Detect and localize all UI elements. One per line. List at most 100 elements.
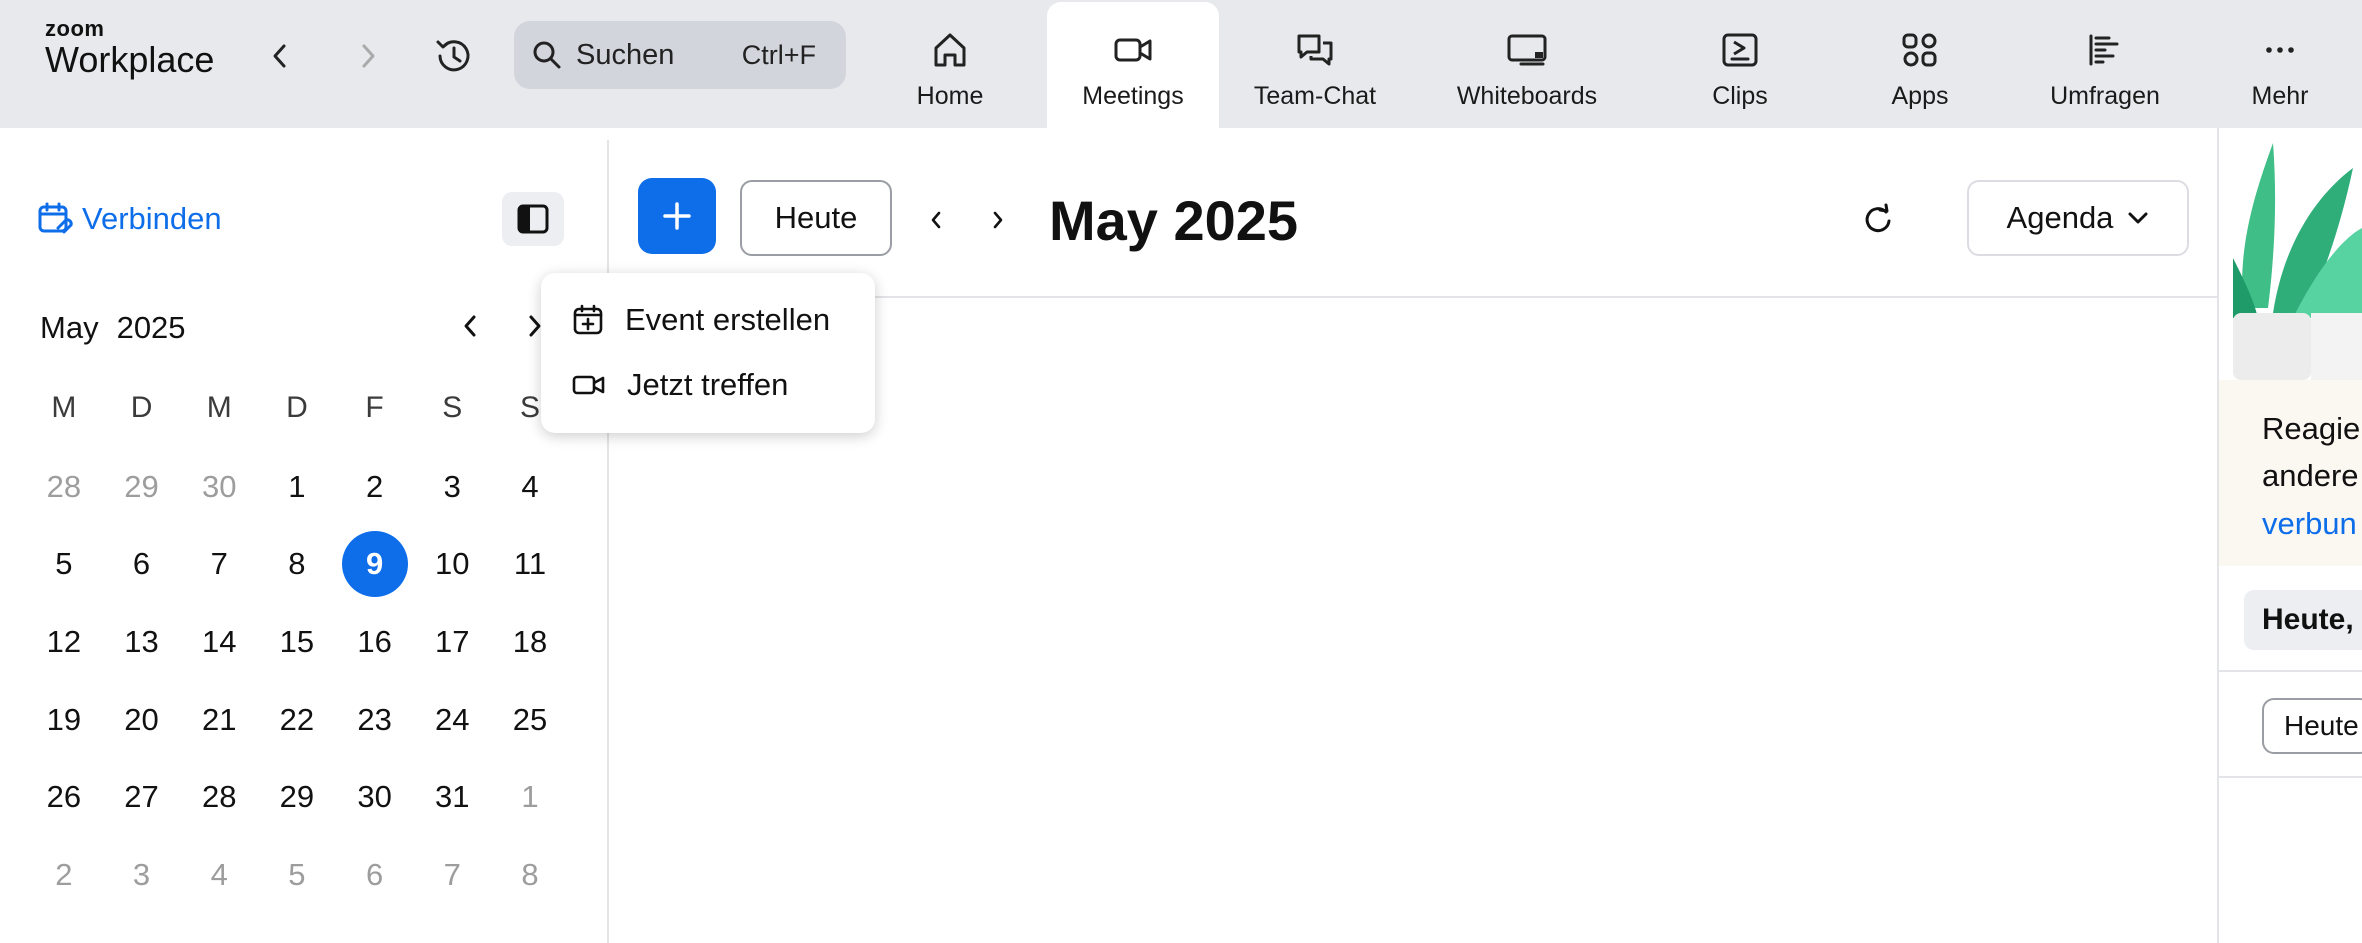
tab-team-chat[interactable]: Team-Chat bbox=[1245, 0, 1385, 128]
mini-calendar-day[interactable]: 13 bbox=[103, 603, 181, 681]
mini-calendar-day[interactable]: 28 bbox=[25, 448, 103, 526]
mini-calendar-week: 2 3 4 5 6 7 8 bbox=[25, 836, 567, 914]
mini-calendar-day[interactable]: 25 bbox=[491, 681, 569, 759]
day-number: 3 bbox=[443, 468, 461, 504]
mini-calendar-day[interactable]: 1 bbox=[491, 758, 569, 836]
mini-calendar-day[interactable]: 8 bbox=[258, 526, 336, 604]
forward-arrow-icon[interactable] bbox=[352, 40, 384, 72]
mini-calendar-year: 2025 bbox=[116, 310, 186, 345]
mini-calendar-day[interactable]: 8 bbox=[491, 836, 569, 914]
mini-calendar-day[interactable]: 6 bbox=[103, 526, 181, 604]
mini-calendar-day[interactable]: 23 bbox=[336, 681, 414, 759]
prev-month-button[interactable] bbox=[918, 200, 954, 240]
chat-bubbles-icon bbox=[1297, 34, 1333, 66]
mini-calendar-day[interactable]: 28 bbox=[180, 758, 258, 836]
promo-text-line-2: andere bbox=[2262, 458, 2359, 493]
mini-calendar-month: May bbox=[40, 310, 99, 345]
survey-icon bbox=[2089, 34, 2119, 66]
day-number: 6 bbox=[132, 546, 151, 582]
mini-calendar-day-today[interactable]: 9 bbox=[336, 526, 414, 604]
day-number: 6 bbox=[365, 856, 384, 892]
mini-calendar-day[interactable]: 14 bbox=[180, 603, 258, 681]
day-number: 29 bbox=[124, 468, 159, 504]
mini-calendar-day[interactable]: 7 bbox=[180, 526, 258, 604]
day-number: 24 bbox=[435, 701, 470, 737]
mini-calendar-day[interactable]: 19 bbox=[25, 681, 103, 759]
video-camera-icon bbox=[572, 375, 605, 395]
day-number: 20 bbox=[124, 701, 159, 737]
mini-calendar-day[interactable]: 10 bbox=[413, 526, 491, 604]
mini-calendar-day[interactable]: 20 bbox=[103, 681, 181, 759]
next-month-button[interactable] bbox=[980, 200, 1016, 240]
search-label: Suchen bbox=[576, 38, 675, 71]
mini-calendar-day[interactable]: 18 bbox=[491, 603, 569, 681]
tab-umfragen[interactable]: Umfragen bbox=[2030, 0, 2180, 128]
mini-calendar-day[interactable]: 31 bbox=[413, 758, 491, 836]
search-bar[interactable]: Suchen Ctrl+F bbox=[514, 21, 846, 89]
sidebar-panel-icon bbox=[517, 204, 549, 234]
mini-calendar-day[interactable]: 7 bbox=[413, 836, 491, 914]
back-arrow-icon[interactable] bbox=[264, 40, 296, 72]
day-number: 5 bbox=[55, 546, 73, 582]
mini-calendar-day[interactable]: 16 bbox=[336, 603, 414, 681]
mini-calendar-day[interactable]: 2 bbox=[25, 836, 103, 914]
promo-illustration bbox=[2233, 138, 2362, 380]
mini-calendar-day[interactable]: 1 bbox=[258, 448, 336, 526]
tab-apps[interactable]: Apps bbox=[1860, 0, 1980, 128]
mini-calendar-day[interactable]: 24 bbox=[413, 681, 491, 759]
menu-item-meet-now[interactable]: Jetzt treffen bbox=[571, 362, 788, 408]
day-number: 18 bbox=[512, 623, 548, 659]
mini-calendar-day[interactable]: 21 bbox=[180, 681, 258, 759]
mini-calendar-day[interactable]: 11 bbox=[491, 526, 569, 604]
tab-mehr[interactable]: Mehr bbox=[2230, 0, 2330, 128]
mini-calendar-day[interactable]: 12 bbox=[25, 603, 103, 681]
logo-zoom-text: zoom bbox=[45, 16, 105, 41]
view-select-dropdown[interactable]: Agenda bbox=[1967, 180, 2189, 256]
tab-whiteboards[interactable]: Whiteboards bbox=[1440, 0, 1614, 128]
today-button[interactable]: Heute bbox=[740, 180, 892, 256]
plus-icon bbox=[663, 202, 691, 230]
mini-calendar-day[interactable]: 5 bbox=[258, 836, 336, 914]
mini-calendar-day[interactable]: 17 bbox=[413, 603, 491, 681]
mini-calendar-title: May 2025 bbox=[40, 310, 204, 346]
history-icon[interactable] bbox=[432, 34, 476, 78]
mini-calendar-day[interactable]: 3 bbox=[413, 448, 491, 526]
mini-calendar-day[interactable]: 29 bbox=[258, 758, 336, 836]
view-select-label: Agenda bbox=[2006, 200, 2114, 235]
mini-calendar-day[interactable]: 29 bbox=[103, 448, 181, 526]
mini-calendar-day[interactable]: 2 bbox=[336, 448, 414, 526]
mini-calendar-day[interactable]: 4 bbox=[180, 836, 258, 914]
connect-calendar-link[interactable]: Verbinden bbox=[36, 200, 222, 238]
mini-calendar-day[interactable]: 30 bbox=[336, 758, 414, 836]
mini-calendar-day[interactable]: 4 bbox=[491, 448, 569, 526]
promo-text-line-1: Reagie bbox=[2262, 411, 2361, 446]
today-chip-button[interactable]: Heute bbox=[2262, 698, 2362, 754]
day-number: 28 bbox=[201, 779, 237, 815]
mini-calendar-day[interactable]: 5 bbox=[25, 526, 103, 604]
mini-calendar-prev-button[interactable] bbox=[452, 306, 488, 346]
tab-whiteboards-label: Whiteboards bbox=[1456, 82, 1598, 110]
logo-workplace-text: Workplace bbox=[45, 39, 215, 80]
tab-home[interactable]: Home bbox=[895, 0, 1005, 128]
mini-calendar-day[interactable]: 15 bbox=[258, 603, 336, 681]
tab-clips[interactable]: Clips bbox=[1680, 0, 1800, 128]
mini-calendar-day[interactable]: 30 bbox=[180, 448, 258, 526]
tab-clips-label: Clips bbox=[1712, 82, 1768, 110]
day-number: 10 bbox=[435, 546, 470, 582]
sidebar-toggle-button[interactable] bbox=[502, 192, 564, 246]
mini-calendar-day[interactable]: 6 bbox=[336, 836, 414, 914]
day-number: 12 bbox=[46, 623, 82, 659]
new-event-button[interactable] bbox=[638, 178, 716, 254]
mini-calendar-day[interactable]: 27 bbox=[103, 758, 181, 836]
mini-calendar-day[interactable]: 22 bbox=[258, 681, 336, 759]
promo-connect-link[interactable]: verbun bbox=[2262, 506, 2357, 542]
mini-calendar-weekday-row: MDMDFSS bbox=[25, 383, 567, 433]
day-number: 16 bbox=[357, 623, 392, 659]
mini-calendar-day[interactable]: 3 bbox=[103, 836, 181, 914]
menu-item-create-event[interactable]: Event erstellen bbox=[571, 297, 830, 343]
tab-meetings[interactable]: Meetings bbox=[1047, 2, 1219, 128]
chevron-left-icon bbox=[931, 211, 941, 229]
refresh-button[interactable] bbox=[1856, 198, 1900, 242]
mini-calendar-day[interactable]: 26 bbox=[25, 758, 103, 836]
refresh-icon bbox=[1865, 203, 1891, 233]
